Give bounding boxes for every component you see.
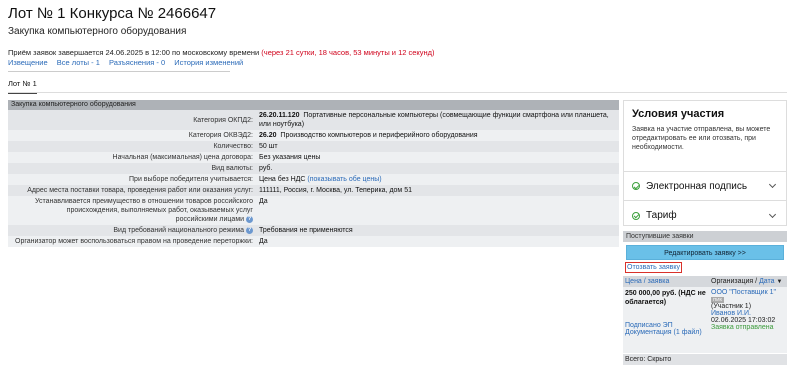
table-row: При выборе победителя учитывается: Цена … bbox=[8, 174, 619, 185]
row-label: Адрес места поставки товара, проведения … bbox=[8, 185, 256, 196]
table-row: Адрес места поставки товара, проведения … bbox=[8, 185, 619, 196]
bid-date: 02.06.2025 17:03:02 bbox=[711, 317, 776, 324]
row-label: Количество: bbox=[8, 141, 256, 152]
help-icon[interactable]: ? bbox=[246, 215, 253, 223]
history-link[interactable]: История изменений bbox=[174, 58, 243, 67]
row-value: Производство компьютеров и периферийного… bbox=[280, 132, 478, 139]
page-subtitle: Закупка компьютерного оборудования bbox=[8, 26, 187, 37]
help-icon[interactable]: ? bbox=[246, 226, 253, 234]
row-label: Категория ОКПД2: bbox=[8, 110, 256, 130]
bid-row: 250 000,00 руб. (НДС не облагается) Подп… bbox=[623, 287, 787, 353]
table-row: Категория ОКВЭД2: 26.20 Производство ком… bbox=[8, 130, 619, 141]
chevron-down-icon bbox=[768, 210, 777, 218]
deadline-info: Приём заявок завершается 24.06.2025 в 12… bbox=[8, 48, 435, 57]
organization-link[interactable]: ООО "Поставщик 1" bbox=[711, 289, 776, 296]
table-row: Начальная (максимальная) цена договора: … bbox=[8, 152, 619, 163]
check-circle-icon bbox=[632, 182, 640, 190]
row-label: Устанавливается преимущество в отношении… bbox=[35, 198, 253, 223]
accordion-label: Электронная подпись bbox=[646, 180, 748, 192]
bid-status: Заявка отправлена bbox=[711, 324, 774, 331]
countdown-text: (через 21 сутки, 18 часов, 53 минуты и 1… bbox=[261, 48, 435, 57]
table-row: Организатор может воспользоваться правом… bbox=[8, 236, 619, 247]
conditions-description: Заявка на участие отправлена, вы можете … bbox=[624, 120, 786, 172]
row-value: 50 шт bbox=[256, 141, 619, 152]
table-row: Категория ОКПД2: 26.20.11.120 Портативны… bbox=[8, 110, 619, 130]
sort-date-link[interactable]: Дата bbox=[759, 278, 775, 285]
chevron-down-icon bbox=[768, 180, 777, 189]
table-row: Устанавливается преимущество в отношении… bbox=[8, 196, 619, 225]
withdraw-bid-link[interactable]: Отозвать заявку bbox=[625, 262, 683, 273]
lot-info-table: Категория ОКПД2: 26.20.11.120 Портативны… bbox=[8, 110, 619, 247]
row-value: Да bbox=[256, 236, 619, 247]
all-lots-link[interactable]: Все лоты - 1 bbox=[57, 58, 100, 67]
tab-divider bbox=[8, 92, 787, 93]
table-row: Вид валюты: руб. bbox=[8, 163, 619, 174]
accordion-tariff[interactable]: Тариф bbox=[624, 201, 786, 230]
accordion-electronic-signature[interactable]: Электронная подпись bbox=[624, 172, 786, 201]
documentation-link[interactable]: Документация (1 файл) bbox=[625, 329, 702, 336]
lot-info-heading: Закупка компьютерного оборудования bbox=[8, 100, 619, 110]
conditions-title: Условия участия bbox=[632, 108, 725, 120]
check-circle-icon bbox=[632, 211, 640, 220]
row-label: Вид валюты: bbox=[8, 163, 256, 174]
deadline-text: Приём заявок завершается 24.06.2025 в 12… bbox=[8, 48, 260, 57]
row-value: Требования не применяются bbox=[256, 225, 619, 236]
edit-bid-button[interactable]: Редактировать заявку >> bbox=[626, 245, 784, 260]
row-value: 111111, Россия, г. Москва, ул. Теперика,… bbox=[256, 185, 619, 196]
participation-conditions-panel: Условия участия Заявка на участие отправ… bbox=[623, 100, 787, 226]
okpd2-code: 26.20.11.120 bbox=[259, 112, 300, 119]
bids-heading: Поступившие заявки bbox=[623, 231, 787, 242]
accordion-label: Тариф bbox=[646, 210, 677, 221]
notice-link[interactable]: Извещение bbox=[8, 58, 48, 67]
sort-desc-icon: ▼ bbox=[776, 279, 783, 285]
sort-price-link[interactable]: Цена / заявка bbox=[625, 278, 669, 285]
bid-price: 250 000,00 руб. (НДС не облагается) bbox=[625, 290, 706, 306]
person-link[interactable]: Иванов И.И. bbox=[711, 310, 751, 317]
col-price: Цена / заявка bbox=[623, 276, 709, 287]
row-value: Портативные персональные компьютеры (сов… bbox=[259, 112, 609, 128]
page-title: Лот № 1 Конкурса № 2466647 bbox=[8, 5, 217, 22]
row-label: Вид требований национального режима bbox=[113, 227, 245, 234]
clarifications-link[interactable]: Разъяснения - 0 bbox=[109, 58, 165, 67]
table-row: Количество: 50 шт bbox=[8, 141, 619, 152]
show-both-prices-link[interactable]: (показывать обе цены) bbox=[307, 176, 381, 183]
col-org: Организация / Дата ▼ bbox=[711, 278, 783, 285]
lot-nav: Извещение Все лоты - 1 Разъяснения - 0 И… bbox=[8, 58, 243, 72]
row-value: Без указания цены bbox=[256, 152, 619, 163]
bids-table-header: Цена / заявка Организация / Дата ▼ bbox=[623, 276, 787, 287]
received-bids-panel: Поступившие заявки Редактировать заявку … bbox=[623, 231, 787, 365]
row-value: Да bbox=[256, 196, 619, 225]
row-label: Категория ОКВЭД2: bbox=[8, 130, 256, 141]
row-value: Цена без НДС bbox=[259, 176, 306, 183]
okved2-code: 26.20 bbox=[259, 132, 277, 139]
row-label: Начальная (максимальная) цена договора: bbox=[8, 152, 256, 163]
participant-label: (Участник 1) bbox=[711, 303, 752, 310]
row-label: При выборе победителя учитывается: bbox=[8, 174, 256, 185]
table-row: Вид требований национального режима ? Тр… bbox=[8, 225, 619, 236]
bids-total: Всего: Скрыто bbox=[623, 354, 787, 365]
row-label: Организатор может воспользоваться правом… bbox=[8, 236, 256, 247]
signed-link[interactable]: Подписано ЭП bbox=[625, 322, 673, 329]
lot-info-panel: Закупка компьютерного оборудования Катег… bbox=[8, 100, 619, 247]
row-value: руб. bbox=[256, 163, 619, 174]
